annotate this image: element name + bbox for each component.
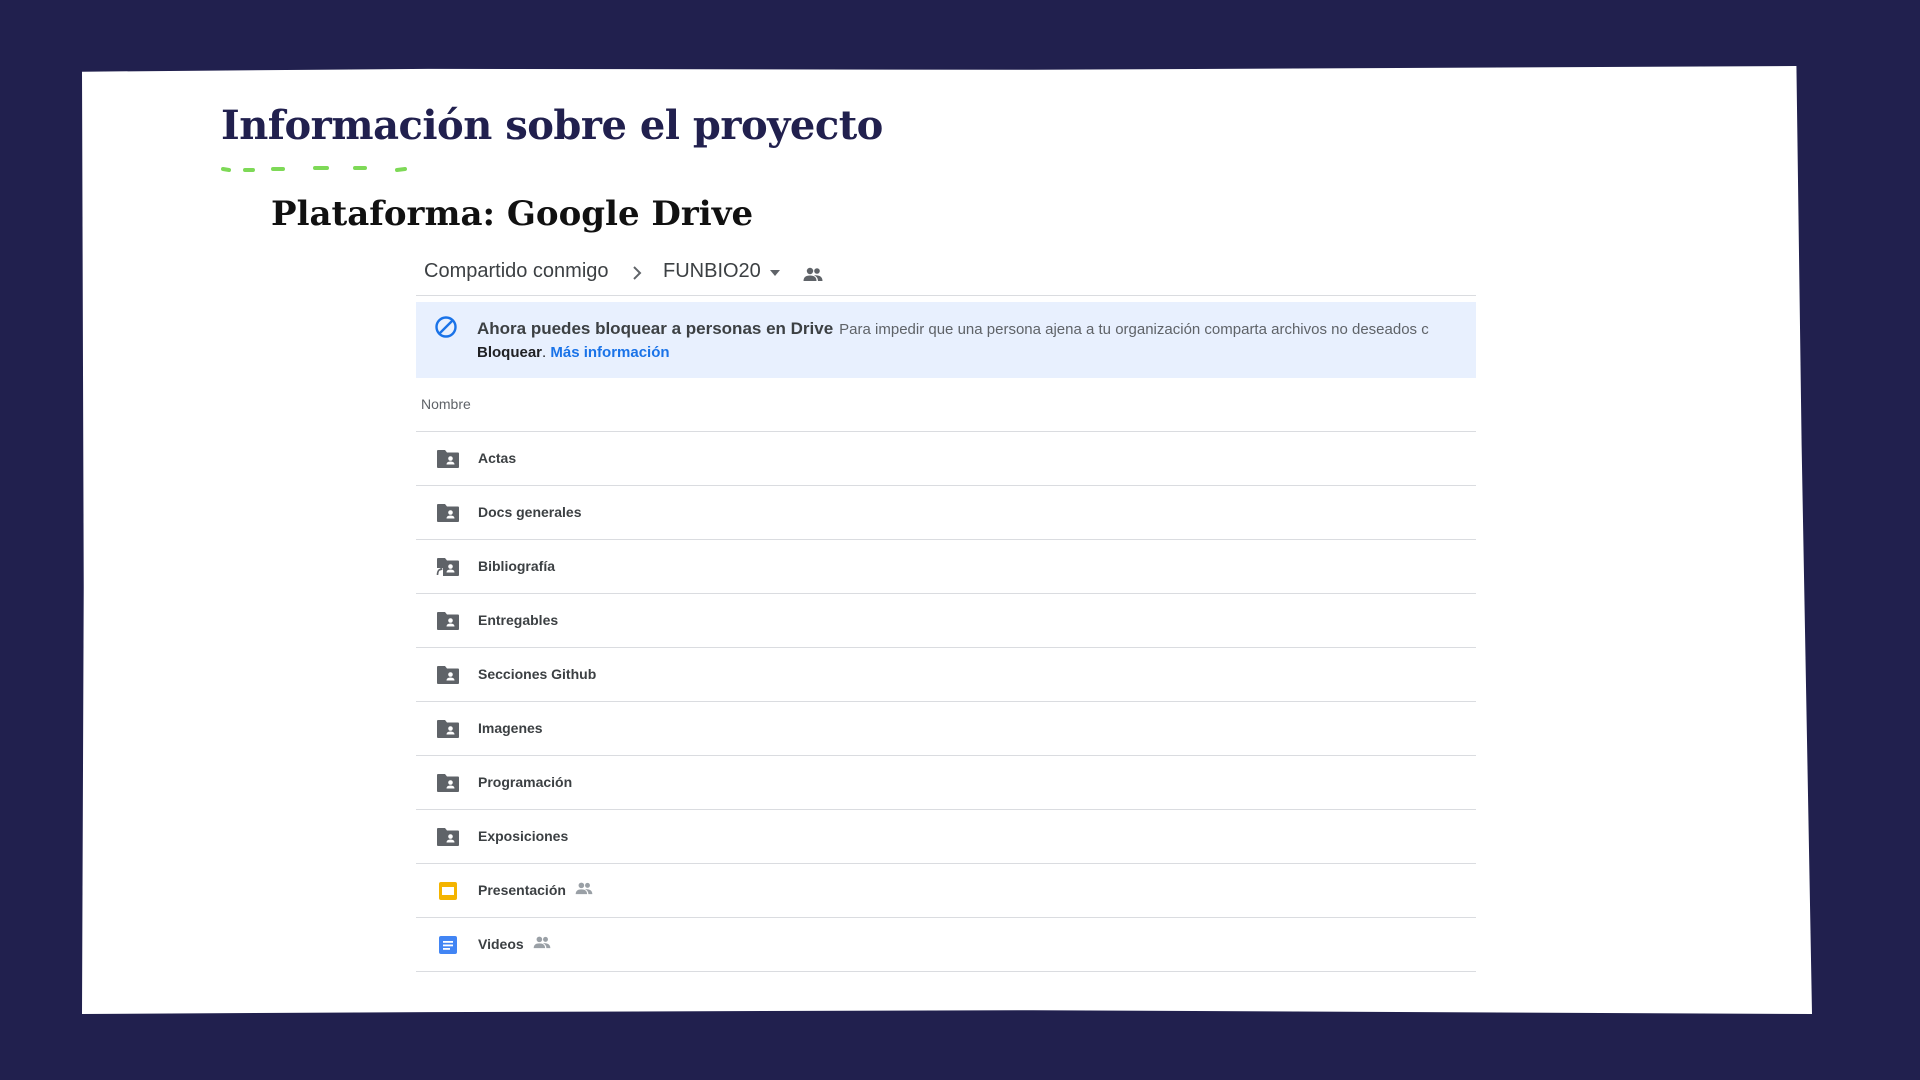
file-name: Entregables <box>478 612 559 628</box>
file-row-imagenes[interactable]: Imagenes <box>416 702 1476 756</box>
shared-folder-icon <box>437 504 459 522</box>
shared-folder-shortcut-icon <box>436 558 459 577</box>
file-name-text: Presentación <box>478 882 566 898</box>
file-list: Actas Docs generales Bibliografía Entreg… <box>416 432 1476 972</box>
file-name: Docs generales <box>478 504 582 520</box>
title-underline-dashes <box>221 166 407 172</box>
more-info-link[interactable]: Más información <box>550 344 669 361</box>
shared-folder-icon <box>437 450 459 468</box>
file-row-actas[interactable]: Actas <box>416 432 1476 486</box>
docs-icon <box>439 936 457 954</box>
people-icon <box>803 267 823 281</box>
file-row-secciones-github[interactable]: Secciones Github <box>416 648 1476 702</box>
banner-line-2: Bloquear. Más información <box>477 344 670 361</box>
column-header: Nombre <box>416 378 1476 432</box>
breadcrumb-shared-with-me[interactable]: Compartido conmigo <box>424 260 609 283</box>
file-name: Presentación <box>478 882 594 898</box>
slide-title: Información sobre el proyecto <box>221 102 883 149</box>
file-row-videos[interactable]: Videos <box>416 918 1476 972</box>
shared-folder-icon <box>437 828 459 846</box>
file-row-programacion[interactable]: Programación <box>416 756 1476 810</box>
file-name: Imagenes <box>478 720 543 736</box>
file-row-presentacion[interactable]: Presentación <box>416 864 1476 918</box>
file-name: Bibliografía <box>478 558 556 574</box>
breadcrumb: Compartido conmigo FUNBIO20 <box>416 250 1476 296</box>
caret-down-icon[interactable] <box>768 268 782 278</box>
shared-folder-icon <box>437 774 459 792</box>
people-icon <box>575 882 593 895</box>
file-name: Videos <box>478 936 552 952</box>
block-info-banner: Ahora puedes bloquear a personas en Driv… <box>416 302 1476 378</box>
column-header-name[interactable]: Nombre <box>421 396 471 412</box>
slides-icon <box>439 882 457 900</box>
banner-line-1: Ahora puedes bloquear a personas en Driv… <box>477 319 1429 339</box>
chevron-right-icon <box>633 266 642 280</box>
breadcrumb-current-folder[interactable]: FUNBIO20 <box>663 260 761 283</box>
drive-screenshot: Compartido conmigo FUNBIO20 Ahora puedes… <box>416 250 1476 978</box>
file-name: Programación <box>478 774 573 790</box>
block-icon <box>435 316 457 338</box>
file-name: Secciones Github <box>478 666 597 682</box>
file-name: Exposiciones <box>478 828 569 844</box>
file-row-entregables[interactable]: Entregables <box>416 594 1476 648</box>
file-row-docs-generales[interactable]: Docs generales <box>416 486 1476 540</box>
banner-punct: . <box>542 344 547 361</box>
banner-title: Ahora puedes bloquear a personas en Driv… <box>477 319 834 338</box>
slide: Información sobre el proyecto Plataforma… <box>82 66 1812 1014</box>
file-name: Actas <box>478 450 517 466</box>
file-row-bibliografia[interactable]: Bibliografía <box>416 540 1476 594</box>
file-name-text: Videos <box>478 936 524 952</box>
banner-block-word: Bloquear <box>477 344 543 361</box>
file-row-exposiciones[interactable]: Exposiciones <box>416 810 1476 864</box>
shared-folder-icon <box>437 612 459 630</box>
shared-folder-icon <box>437 720 459 738</box>
banner-description: Para impedir que una persona ajena a tu … <box>839 321 1429 338</box>
slide-subtitle: Plataforma: Google Drive <box>271 194 754 234</box>
people-icon <box>533 936 550 949</box>
shared-folder-icon <box>437 666 459 684</box>
